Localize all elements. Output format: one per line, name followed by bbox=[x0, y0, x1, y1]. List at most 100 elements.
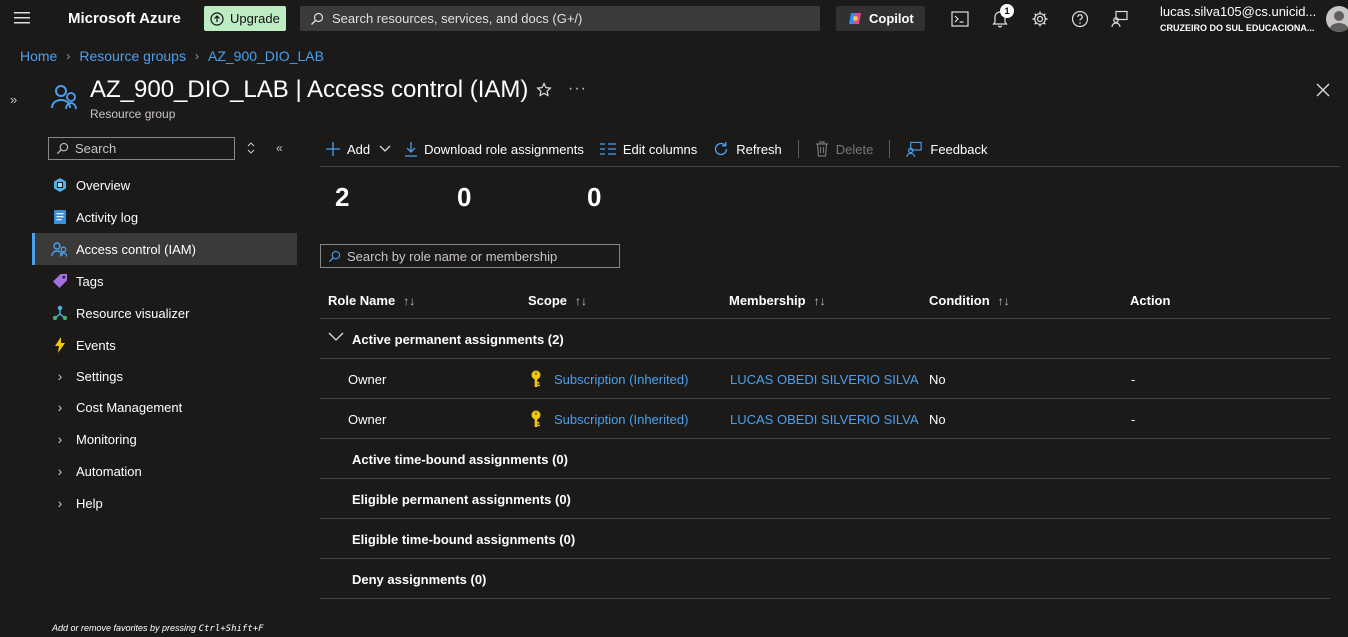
sidebar-search-input[interactable]: Search bbox=[48, 137, 235, 160]
page-title: AZ_900_DIO_LAB | Access control (IAM) bbox=[90, 76, 529, 103]
sidebar-search-placeholder: Search bbox=[75, 141, 117, 156]
sidebar-item-cost-management[interactable]: › Cost Management bbox=[32, 391, 297, 423]
column-header-role-name[interactable]: Role Name ↑↓ bbox=[328, 293, 415, 308]
edit-columns-label: Edit columns bbox=[622, 141, 698, 157]
chevron-right-icon: › bbox=[57, 431, 63, 447]
cell-condition: No bbox=[929, 412, 946, 427]
global-search-input[interactable]: Search resources, services, and docs (G+… bbox=[300, 6, 820, 31]
close-icon[interactable] bbox=[1316, 83, 1330, 97]
toolbar-divider-line bbox=[320, 166, 1340, 167]
role-search-input[interactable]: Search by role name or membership bbox=[320, 244, 620, 268]
expand-menu-icon[interactable]: » bbox=[10, 92, 17, 107]
sidebar-item-overview[interactable]: Overview bbox=[32, 169, 297, 201]
column-header-condition[interactable]: Condition ↑↓ bbox=[929, 293, 1010, 308]
notification-count-badge: 1 bbox=[1000, 4, 1014, 18]
column-header-label: Membership bbox=[729, 293, 806, 308]
sidebar-item-activity-log[interactable]: Activity log bbox=[32, 201, 297, 233]
sidebar-item-label: Settings bbox=[76, 368, 123, 384]
refresh-button[interactable]: Refresh bbox=[713, 141, 782, 157]
favorite-star-icon[interactable] bbox=[536, 82, 552, 98]
chevron-right-icon: › bbox=[57, 368, 63, 384]
sort-toggle-icon[interactable] bbox=[246, 142, 256, 154]
cell-condition: No bbox=[929, 372, 946, 387]
breadcrumb-home[interactable]: Home bbox=[20, 48, 57, 64]
table-row[interactable]: Owner Subscription (Inherited) LUCAS OBE… bbox=[320, 359, 1330, 399]
sidebar-item-settings[interactable]: › Settings bbox=[32, 361, 297, 391]
upgrade-button[interactable]: Upgrade bbox=[204, 6, 286, 31]
column-header-scope[interactable]: Scope ↑↓ bbox=[528, 293, 587, 308]
sidebar-item-label: Activity log bbox=[76, 209, 139, 225]
resource-group-icon bbox=[50, 82, 80, 112]
feedback-person-icon[interactable] bbox=[1110, 9, 1130, 29]
cell-action: - bbox=[1131, 412, 1136, 427]
cell-role: Owner bbox=[348, 412, 387, 427]
chevron-right-icon: › bbox=[57, 463, 63, 479]
collapse-sidebar-icon[interactable]: « bbox=[276, 141, 283, 155]
sidebar-item-label: Events bbox=[76, 337, 116, 353]
more-options-icon[interactable]: ··· bbox=[568, 80, 587, 98]
user-organization[interactable]: CRUZEIRO DO SUL EDUCACIONA... bbox=[1160, 23, 1314, 33]
user-email[interactable]: lucas.silva105@cs.unicid... bbox=[1160, 4, 1316, 19]
sidebar-item-access-control[interactable]: Access control (IAM) bbox=[32, 233, 297, 265]
favorites-hint-shortcut: Ctrl+Shift+F bbox=[198, 624, 264, 634]
feedback-button[interactable]: Feedback bbox=[906, 141, 987, 158]
upgrade-arrow-icon bbox=[210, 11, 224, 26]
breadcrumb-resource-groups[interactable]: Resource groups bbox=[79, 48, 186, 64]
breadcrumb-resource-group[interactable]: AZ_900_DIO_LAB bbox=[208, 48, 324, 64]
counter-value: 0 bbox=[457, 182, 472, 212]
sort-icon[interactable]: ↑↓ bbox=[575, 294, 587, 308]
sort-icon[interactable]: ↑↓ bbox=[998, 294, 1010, 308]
cell-scope-link[interactable]: Subscription (Inherited) bbox=[554, 412, 688, 427]
group-row-deny[interactable]: Deny assignments (0) bbox=[320, 559, 1330, 599]
toolbar-divider bbox=[797, 140, 799, 158]
delete-button[interactable]: Delete bbox=[815, 141, 873, 157]
column-header-membership[interactable]: Membership ↑↓ bbox=[729, 293, 826, 308]
cloud-shell-icon[interactable] bbox=[950, 9, 970, 29]
group-row-active-permanent[interactable]: Active permanent assignments (2) bbox=[320, 319, 1330, 359]
hamburger-menu-icon[interactable] bbox=[14, 11, 34, 27]
avatar[interactable] bbox=[1326, 6, 1348, 32]
copilot-button[interactable]: Copilot bbox=[836, 6, 925, 31]
sort-icon[interactable]: ↑↓ bbox=[814, 294, 826, 308]
help-icon[interactable] bbox=[1070, 9, 1090, 29]
download-label: Download role assignments bbox=[424, 141, 584, 157]
sidebar-item-resource-visualizer[interactable]: Resource visualizer bbox=[32, 297, 297, 329]
search-icon bbox=[56, 142, 69, 155]
breadcrumb: Home › Resource groups › AZ_900_DIO_LAB bbox=[20, 48, 324, 64]
edit-columns-button[interactable]: Edit columns bbox=[599, 141, 698, 157]
favorites-hint-text: Add or remove favorites by pressing bbox=[52, 623, 199, 633]
cell-scope-link[interactable]: Subscription (Inherited) bbox=[554, 372, 688, 387]
sidebar-item-help[interactable]: › Help bbox=[32, 487, 297, 519]
download-role-assignments-button[interactable]: Download role assignments bbox=[405, 141, 584, 157]
brand-title[interactable]: Microsoft Azure bbox=[68, 10, 181, 27]
sidebar-item-automation[interactable]: › Automation bbox=[32, 455, 297, 487]
sort-icon[interactable]: ↑↓ bbox=[403, 294, 415, 308]
group-row-eligible-time-bound[interactable]: Eligible time-bound assignments (0) bbox=[320, 519, 1330, 559]
cell-membership-link[interactable]: LUCAS OBEDI SILVERIO SILVA bbox=[730, 372, 919, 387]
role-search-placeholder: Search by role name or membership bbox=[347, 248, 558, 264]
sidebar-item-monitoring[interactable]: › Monitoring bbox=[32, 423, 297, 455]
add-button[interactable]: Add bbox=[320, 142, 391, 157]
group-label: Eligible permanent assignments (0) bbox=[352, 492, 571, 507]
table-header: Role Name ↑↓ Scope ↑↓ Membership ↑↓ Conditi… bbox=[320, 282, 1330, 319]
column-header-label: Role Name bbox=[328, 293, 396, 308]
toolbar-divider bbox=[889, 140, 891, 158]
sidebar-item-events[interactable]: Events bbox=[32, 329, 297, 361]
table-row[interactable]: Owner Subscription (Inherited) LUCAS OBE… bbox=[320, 399, 1330, 439]
breadcrumb-separator-icon: › bbox=[66, 49, 71, 63]
sidebar-item-label: Help bbox=[76, 495, 103, 511]
group-row-active-time-bound[interactable]: Active time-bound assignments (0) bbox=[320, 439, 1330, 479]
sidebar-item-tags[interactable]: Tags bbox=[32, 265, 297, 297]
search-icon bbox=[310, 12, 324, 26]
group-label: Deny assignments (0) bbox=[352, 572, 487, 587]
refresh-icon bbox=[713, 141, 729, 157]
cell-membership-link[interactable]: LUCAS OBEDI SILVERIO SILVA bbox=[730, 412, 919, 427]
sidebar-item-label: Tags bbox=[76, 273, 104, 289]
sidebar-item-label: Access control (IAM) bbox=[76, 241, 196, 257]
lightning-icon bbox=[51, 336, 69, 354]
counter-value: 0 bbox=[587, 182, 602, 212]
chevron-down-icon[interactable] bbox=[328, 332, 344, 342]
settings-gear-icon[interactable] bbox=[1030, 9, 1050, 29]
group-row-eligible-permanent[interactable]: Eligible permanent assignments (0) bbox=[320, 479, 1330, 519]
copilot-label: Copilot bbox=[869, 11, 914, 26]
